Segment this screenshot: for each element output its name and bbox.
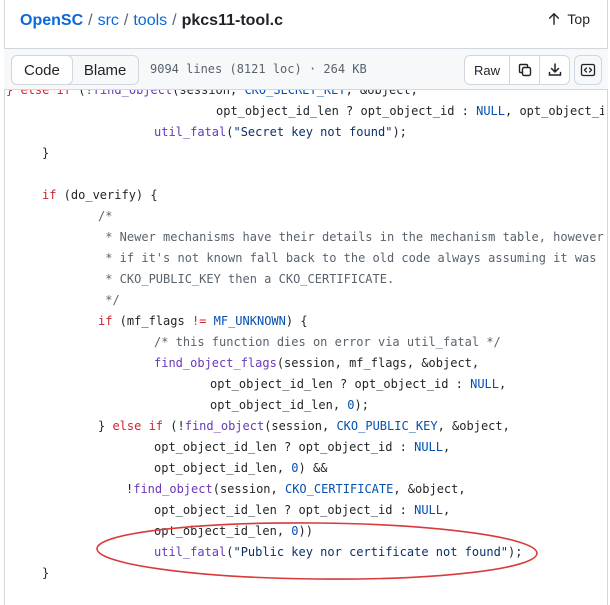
code-line: } bbox=[42, 566, 50, 580]
code-line: /* this function dies on error via util_… bbox=[154, 335, 501, 349]
tab-code[interactable]: Code bbox=[11, 55, 73, 85]
code-line: } else if (!find_object(session, CKO_SEC… bbox=[6, 90, 418, 97]
code-line: opt_object_id_len ? opt_object_id : NULL… bbox=[154, 503, 451, 517]
code-line: * Newer mechanisms have their details in… bbox=[98, 230, 604, 244]
code-line: opt_object_id_len ? opt_object_id : NULL… bbox=[216, 104, 604, 118]
code-line: opt_object_id_len, 0); bbox=[210, 398, 369, 412]
code-line: opt_object_id_len, 0)) bbox=[154, 524, 313, 538]
tab-blame[interactable]: Blame bbox=[72, 56, 139, 84]
breadcrumb-separator: / bbox=[123, 12, 129, 29]
breadcrumb-separator: / bbox=[172, 12, 177, 29]
code-line: util_fatal("Secret key not found"); bbox=[154, 125, 407, 139]
code-line: * if it's not known fall back to the old… bbox=[98, 251, 604, 265]
code-line: !find_object(session, CKO_CERTIFICATE, &… bbox=[126, 482, 466, 496]
code-line: opt_object_id_len, 0) && bbox=[154, 461, 328, 475]
arrow-up-icon bbox=[549, 13, 560, 25]
code-line-highlighted: util_fatal("Public key nor certificate n… bbox=[154, 545, 523, 559]
download-button[interactable] bbox=[539, 56, 569, 84]
view-toggle: Code Blame bbox=[11, 55, 140, 85]
breadcrumb-separator: / bbox=[88, 12, 93, 29]
code-line: if (mf_flags != MF_UNKNOWN) { bbox=[98, 314, 308, 328]
code-line: } bbox=[42, 146, 50, 160]
breadcrumb-src-link[interactable]: src bbox=[98, 12, 119, 30]
code-line: * CKO_PUBLIC_KEY then a CKO_CERTIFICATE. bbox=[98, 272, 395, 286]
breadcrumb-tools-link[interactable]: tools bbox=[133, 12, 167, 30]
file-info: 9094 lines (8121 loc) · 264 KB bbox=[150, 62, 367, 76]
code-line: */ bbox=[98, 293, 120, 307]
breadcrumb: OpenSC / src / tools / pkcs11-tool.c bbox=[20, 10, 283, 32]
file-actions: Raw bbox=[464, 55, 571, 85]
code-line: if (do_verify) { bbox=[42, 188, 158, 202]
code-line: /* bbox=[98, 209, 113, 223]
copy-raw-button[interactable] bbox=[509, 56, 539, 84]
symbols-icon bbox=[580, 63, 596, 77]
code-line: opt_object_id_len ? opt_object_id : NULL… bbox=[154, 440, 451, 454]
breadcrumb-repo-link[interactable]: OpenSC bbox=[20, 12, 83, 30]
copy-icon bbox=[518, 63, 531, 77]
code-line: } else if (!find_object(session, CKO_PUB… bbox=[98, 419, 510, 433]
code-line: find_object_flags(session, mf_flags, &ob… bbox=[154, 356, 480, 370]
breadcrumb-file-name: pkcs11-tool.c bbox=[181, 12, 283, 29]
code-line: opt_object_id_len ? opt_object_id : NULL… bbox=[210, 377, 507, 391]
download-icon bbox=[548, 63, 561, 76]
top-link[interactable]: Top bbox=[547, 11, 590, 27]
raw-button[interactable]: Raw bbox=[465, 56, 509, 84]
symbols-panel-button[interactable] bbox=[574, 55, 602, 85]
file-toolbar: Code Blame 9094 lines (8121 loc) · 264 K… bbox=[4, 48, 608, 90]
top-link-label: Top bbox=[567, 11, 590, 27]
code-view: } else if (!find_object(session, CKO_SEC… bbox=[0, 90, 604, 605]
